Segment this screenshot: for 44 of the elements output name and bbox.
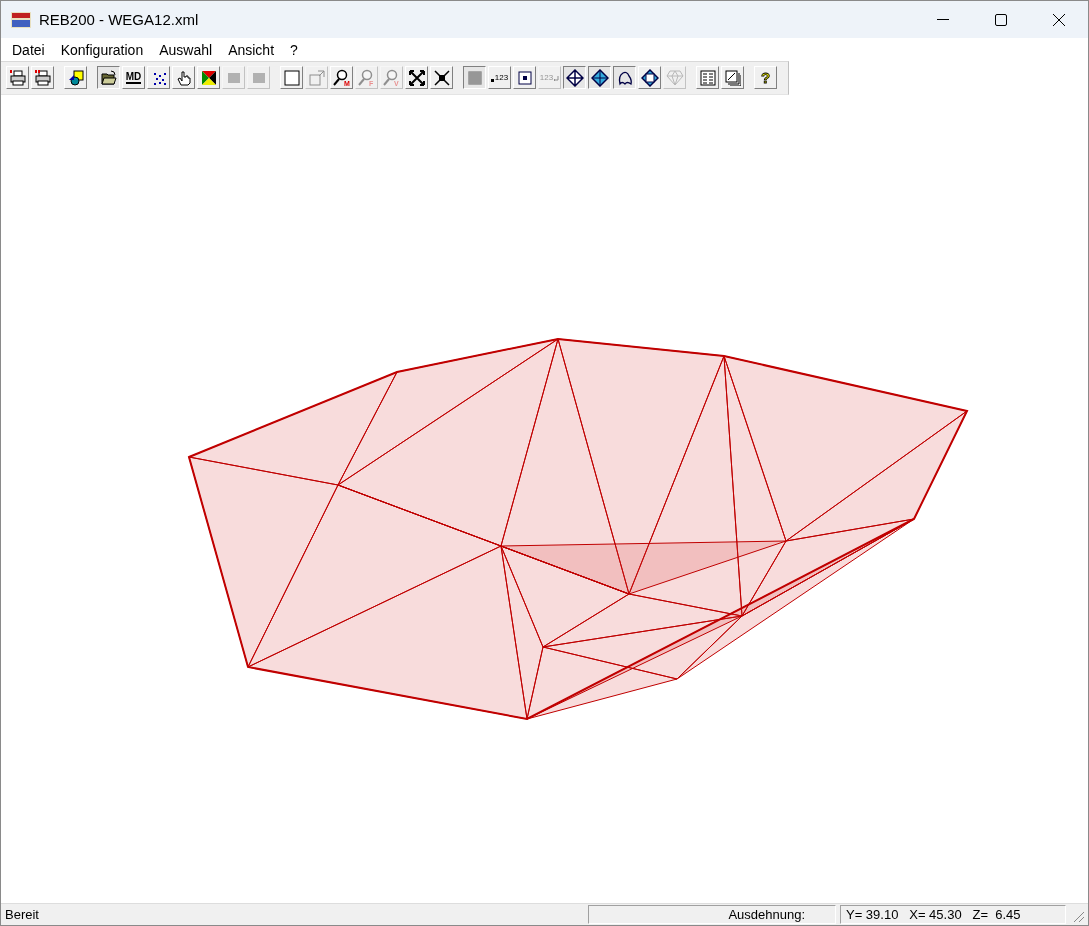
extent-label: Ausdehnung: [588,904,836,924]
diamond-icon [640,68,659,87]
toolbar-button[interactable] [97,66,120,90]
toolbar-button[interactable]: ? [754,66,777,90]
triangles-icon [200,69,217,86]
toolbar-button[interactable]: MD [122,66,145,90]
printer-icon [9,69,26,86]
menu-item[interactable]: Auswahl [151,41,221,58]
shapes-icon [67,69,84,86]
help-icon: ? [760,70,771,86]
collapse-icon [433,69,450,86]
block-icon [251,70,266,85]
crystal-icon [665,68,684,87]
menu-item[interactable]: Datei [4,41,53,58]
point-icon [517,70,532,85]
diamond-icon [590,68,609,87]
menu-item[interactable]: ? [282,41,306,58]
extent-value: Y= 39.10 X= 45.30 Z= 6.45 [840,904,1066,924]
window-title: REB200 - WEGA12.xml [39,11,200,28]
expand-arrows-icon [408,69,425,86]
block-icon [226,70,241,85]
diamond-icon [565,68,584,87]
outline-icon [616,69,633,86]
frame-icon [724,69,741,86]
toolbar-button[interactable] [563,66,586,90]
close-icon [1053,13,1065,26]
printer-icon [34,69,51,86]
resize-grip-icon [1071,909,1085,923]
app-icon [11,11,31,28]
dots-icon [151,70,166,85]
minimize-icon [937,18,949,21]
menu-item[interactable]: Konfiguration [52,41,152,58]
toolbar-button[interactable] [613,66,636,90]
folder-icon [100,69,117,86]
lines-icon [699,69,716,86]
menu-item[interactable]: Ansicht [220,41,283,58]
maximize-icon [995,13,1007,26]
toolbar-button[interactable] [588,66,611,90]
status-message: Bereit [4,905,40,924]
toolbar-button[interactable]: 123 [488,66,511,90]
grid-icon [466,69,483,86]
square-icon [283,69,300,86]
hand-icon [175,69,192,86]
export-icon [308,69,325,86]
